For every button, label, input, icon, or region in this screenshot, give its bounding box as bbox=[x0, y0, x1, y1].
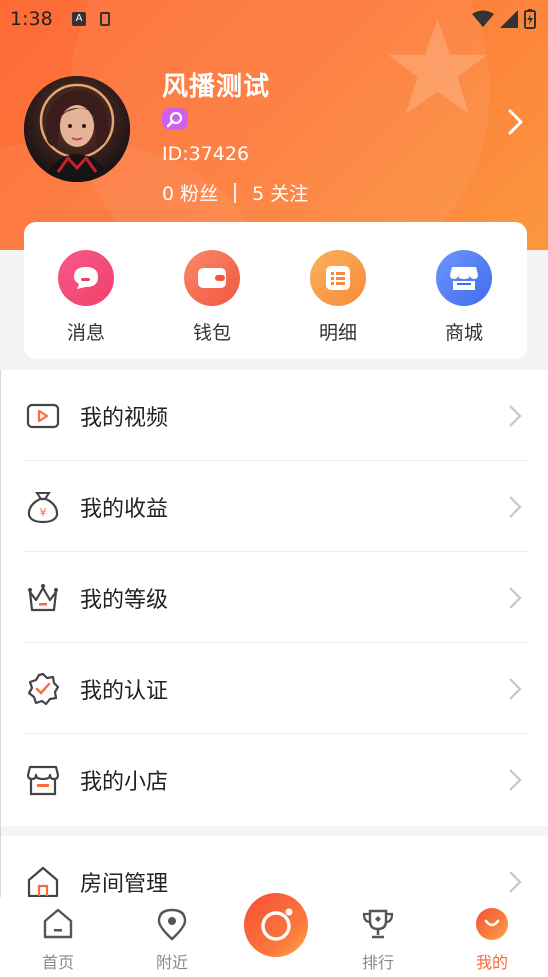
quick-action-label: 明细 bbox=[318, 322, 357, 344]
avatar-image bbox=[24, 76, 130, 182]
crown-icon bbox=[28, 584, 58, 612]
avatar[interactable] bbox=[24, 76, 130, 182]
wallet-icon bbox=[184, 250, 240, 306]
quick-action-label: 商城 bbox=[444, 322, 483, 344]
svg-text:¥: ¥ bbox=[40, 506, 47, 519]
quick-action-message[interactable]: 消息 bbox=[36, 250, 136, 345]
tab-label: 附近 bbox=[155, 953, 188, 972]
menu-item-my-shop[interactable]: 我的小店 bbox=[0, 734, 548, 825]
username: 风播测试 bbox=[162, 72, 271, 102]
chevron-right-icon bbox=[509, 871, 522, 893]
message-icon bbox=[58, 250, 114, 306]
status-time: 1:38 bbox=[10, 8, 53, 30]
menu-item-my-videos[interactable]: 我的视频 bbox=[0, 370, 548, 461]
profile-chevron-right-icon[interactable] bbox=[505, 108, 527, 136]
search-badge-icon bbox=[166, 111, 183, 128]
chevron-right-icon bbox=[509, 405, 522, 427]
money-bag-icon: ¥ bbox=[27, 492, 59, 524]
notification-battery-saver-icon bbox=[100, 12, 110, 26]
battery-icon bbox=[524, 9, 536, 29]
chevron-right-icon bbox=[509, 678, 522, 700]
menu-list: 我的视频 ¥ 我的收益 我的等级 我的认证 我的小店 bbox=[0, 370, 548, 826]
menu-item-label: 我的小店 bbox=[80, 770, 169, 795]
status-icons bbox=[472, 9, 536, 29]
menu-item-my-level[interactable]: 我的等级 bbox=[0, 552, 548, 643]
store-icon bbox=[436, 250, 492, 306]
follow-stats: 0 粉丝 5 关注 bbox=[162, 179, 308, 206]
chevron-right-icon bbox=[509, 496, 522, 518]
quick-action-label: 消息 bbox=[66, 322, 105, 344]
status-bar: 1:38 A bbox=[0, 0, 548, 40]
quick-action-store[interactable]: 商城 bbox=[414, 250, 514, 345]
chevron-right-icon bbox=[509, 769, 522, 791]
menu-item-label: 我的视频 bbox=[80, 406, 169, 431]
menu-item-label: 我的收益 bbox=[80, 497, 169, 522]
follows-count[interactable]: 5 关注 bbox=[252, 179, 308, 206]
tab-label: 首页 bbox=[41, 953, 74, 972]
screen-edge-line bbox=[0, 370, 1, 977]
menu-item-my-earnings[interactable]: ¥ 我的收益 bbox=[0, 461, 548, 552]
level-badge bbox=[162, 108, 188, 130]
live-camera-button[interactable] bbox=[238, 887, 313, 962]
quick-action-details[interactable]: 明细 bbox=[288, 250, 388, 345]
tab-me[interactable]: 我的 bbox=[452, 907, 532, 973]
stats-divider bbox=[234, 182, 237, 203]
camera-icon bbox=[243, 892, 308, 957]
notification-a-icon: A bbox=[72, 12, 86, 26]
profile-screen: 1:38 A 风播测试 ID:37426 0 粉丝 5 关注 消息 钱包 明细 … bbox=[0, 0, 548, 977]
menu-item-label: 房间管理 bbox=[80, 872, 169, 897]
signal-icon bbox=[500, 10, 518, 28]
user-id: ID:37426 bbox=[162, 143, 250, 165]
tab-ranking[interactable]: 排行 bbox=[338, 907, 418, 973]
video-icon bbox=[26, 403, 60, 429]
tab-label: 排行 bbox=[361, 953, 394, 972]
profile-smile-icon bbox=[476, 908, 508, 940]
chevron-right-icon bbox=[509, 587, 522, 609]
trophy-icon bbox=[362, 909, 394, 939]
shop-icon bbox=[26, 765, 60, 796]
menu-item-my-verification[interactable]: 我的认证 bbox=[0, 643, 548, 734]
menu-item-label: 我的认证 bbox=[80, 679, 169, 704]
home-icon bbox=[43, 908, 73, 939]
tab-nearby[interactable]: 附近 bbox=[132, 907, 212, 973]
tab-home[interactable]: 首页 bbox=[18, 907, 98, 973]
location-pin-icon bbox=[157, 908, 187, 941]
fans-count[interactable]: 0 粉丝 bbox=[162, 179, 218, 206]
wifi-icon bbox=[472, 10, 494, 27]
quick-actions-card: 消息 钱包 明细 商城 bbox=[24, 222, 527, 359]
verified-badge-icon bbox=[27, 672, 60, 706]
quick-action-label: 钱包 bbox=[192, 322, 231, 344]
list-icon bbox=[310, 250, 366, 306]
tab-label: 我的 bbox=[475, 953, 508, 972]
quick-action-wallet[interactable]: 钱包 bbox=[162, 250, 262, 345]
home-room-icon bbox=[27, 866, 59, 898]
menu-item-label: 我的等级 bbox=[80, 588, 169, 613]
